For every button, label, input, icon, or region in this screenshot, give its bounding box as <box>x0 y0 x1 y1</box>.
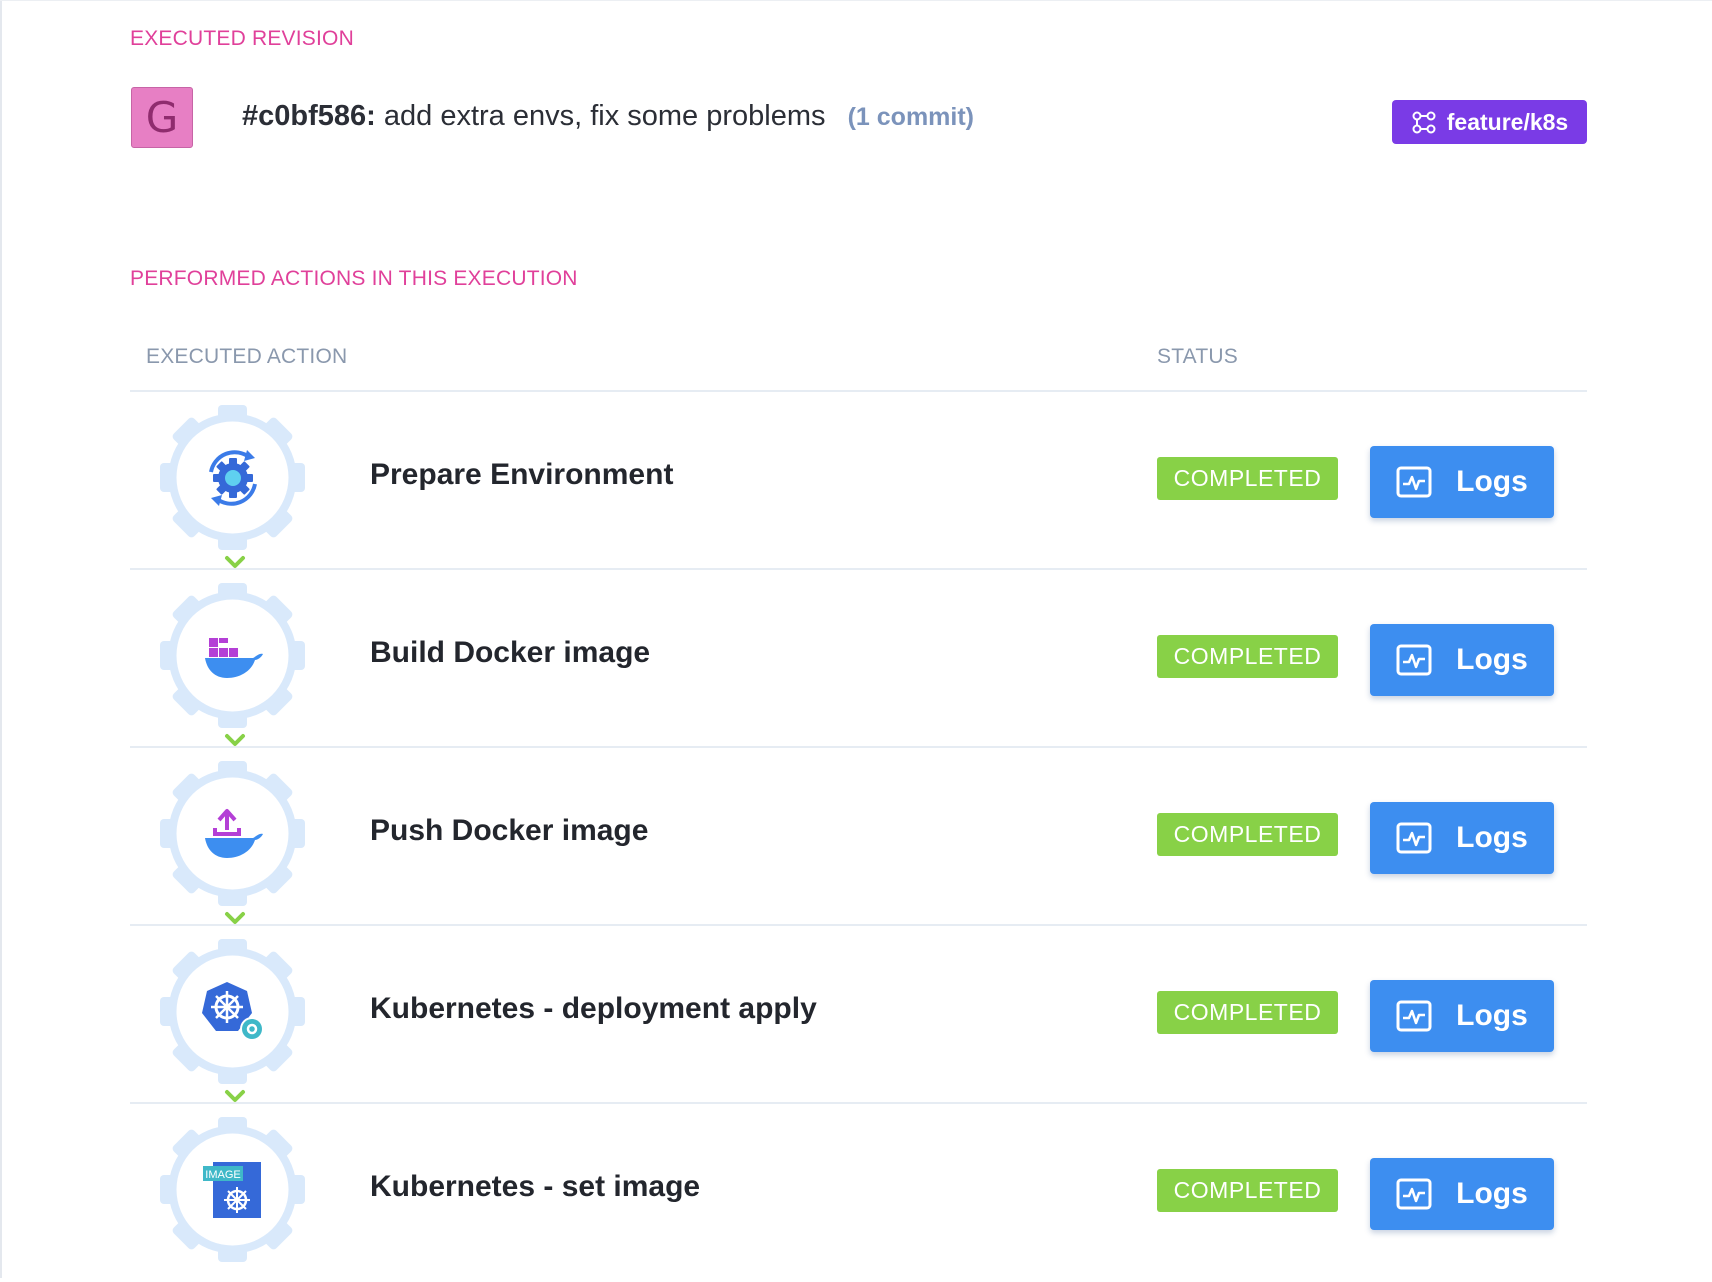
logs-button[interactable]: Logs <box>1370 980 1554 1052</box>
performed-actions-title: PERFORMED ACTIONS IN THIS EXECUTION <box>130 267 578 290</box>
status-badge: COMPLETED <box>1157 813 1338 856</box>
commit-count[interactable]: (1 commit) <box>848 103 974 131</box>
step-gear <box>160 939 305 1084</box>
chevron-down-icon <box>225 556 245 568</box>
step-label: Prepare Environment <box>370 458 674 491</box>
column-header-executed-action: EXECUTED ACTION <box>146 345 348 368</box>
kubernetes-image-icon: IMAGE <box>203 1162 261 1218</box>
chevron-down-icon <box>225 912 245 924</box>
branch-name: feature/k8s <box>1446 108 1569 135</box>
frame-top-border <box>0 0 1712 1</box>
step-gear <box>160 761 305 906</box>
logs-button-label: Logs <box>1456 821 1528 854</box>
docker-build-icon <box>205 638 263 678</box>
commit-hash[interactable]: #c0bf586: <box>242 100 376 132</box>
logs-button-label: Logs <box>1456 999 1528 1032</box>
docker-push-icon <box>205 809 263 858</box>
status-badge: COMPLETED <box>1157 635 1338 678</box>
step-label: Push Docker image <box>370 814 649 847</box>
action-row: Prepare Environment COMPLETED Logs <box>130 392 1587 570</box>
action-row: IMAGE Kubernetes - set image COMPLETED L… <box>130 1104 1587 1282</box>
commit-message: add extra envs, fix some problems <box>383 100 826 132</box>
step-label: Build Docker image <box>370 636 651 669</box>
status-badge: COMPLETED <box>1157 991 1338 1034</box>
action-row: Kubernetes - deployment apply COMPLETED … <box>130 926 1587 1104</box>
logs-button-label: Logs <box>1456 1177 1528 1210</box>
step-gear <box>160 405 305 550</box>
logs-button[interactable]: Logs <box>1370 624 1554 696</box>
logs-button[interactable]: Logs <box>1370 1158 1554 1230</box>
avatar: G <box>131 87 193 148</box>
executed-revision-title: EXECUTED REVISION <box>130 27 354 50</box>
chevron-down-icon <box>225 734 245 746</box>
gear-refresh-icon <box>209 450 257 506</box>
status-badge: COMPLETED <box>1157 1169 1338 1212</box>
logs-button[interactable]: Logs <box>1370 802 1554 874</box>
column-header-status: STATUS <box>1157 345 1238 368</box>
branch-icon <box>1412 111 1436 134</box>
status-badge: COMPLETED <box>1157 457 1338 500</box>
chevron-down-icon <box>225 1090 245 1102</box>
activity-monitor-icon <box>1396 1000 1432 1032</box>
action-row: Push Docker image COMPLETED Logs <box>130 748 1587 926</box>
frame-left-border <box>0 0 2 1278</box>
activity-monitor-icon <box>1396 644 1432 676</box>
logs-button-label: Logs <box>1456 643 1528 676</box>
step-gear: IMAGE <box>160 1117 305 1262</box>
logs-button-label: Logs <box>1456 465 1528 498</box>
image-tag-text: IMAGE <box>205 1169 240 1181</box>
activity-monitor-icon <box>1396 466 1432 498</box>
step-gear <box>160 583 305 728</box>
step-label: Kubernetes - deployment apply <box>370 992 817 1025</box>
action-row: Build Docker image COMPLETED Logs <box>130 570 1587 748</box>
kubernetes-apply-icon <box>202 982 264 1041</box>
activity-monitor-icon <box>1396 822 1432 854</box>
commit-summary: #c0bf586: add extra envs, fix some probl… <box>242 100 974 133</box>
branch-tag[interactable]: feature/k8s <box>1392 100 1587 144</box>
activity-monitor-icon <box>1396 1178 1432 1210</box>
logs-button[interactable]: Logs <box>1370 446 1554 518</box>
step-label: Kubernetes - set image <box>370 1170 701 1203</box>
